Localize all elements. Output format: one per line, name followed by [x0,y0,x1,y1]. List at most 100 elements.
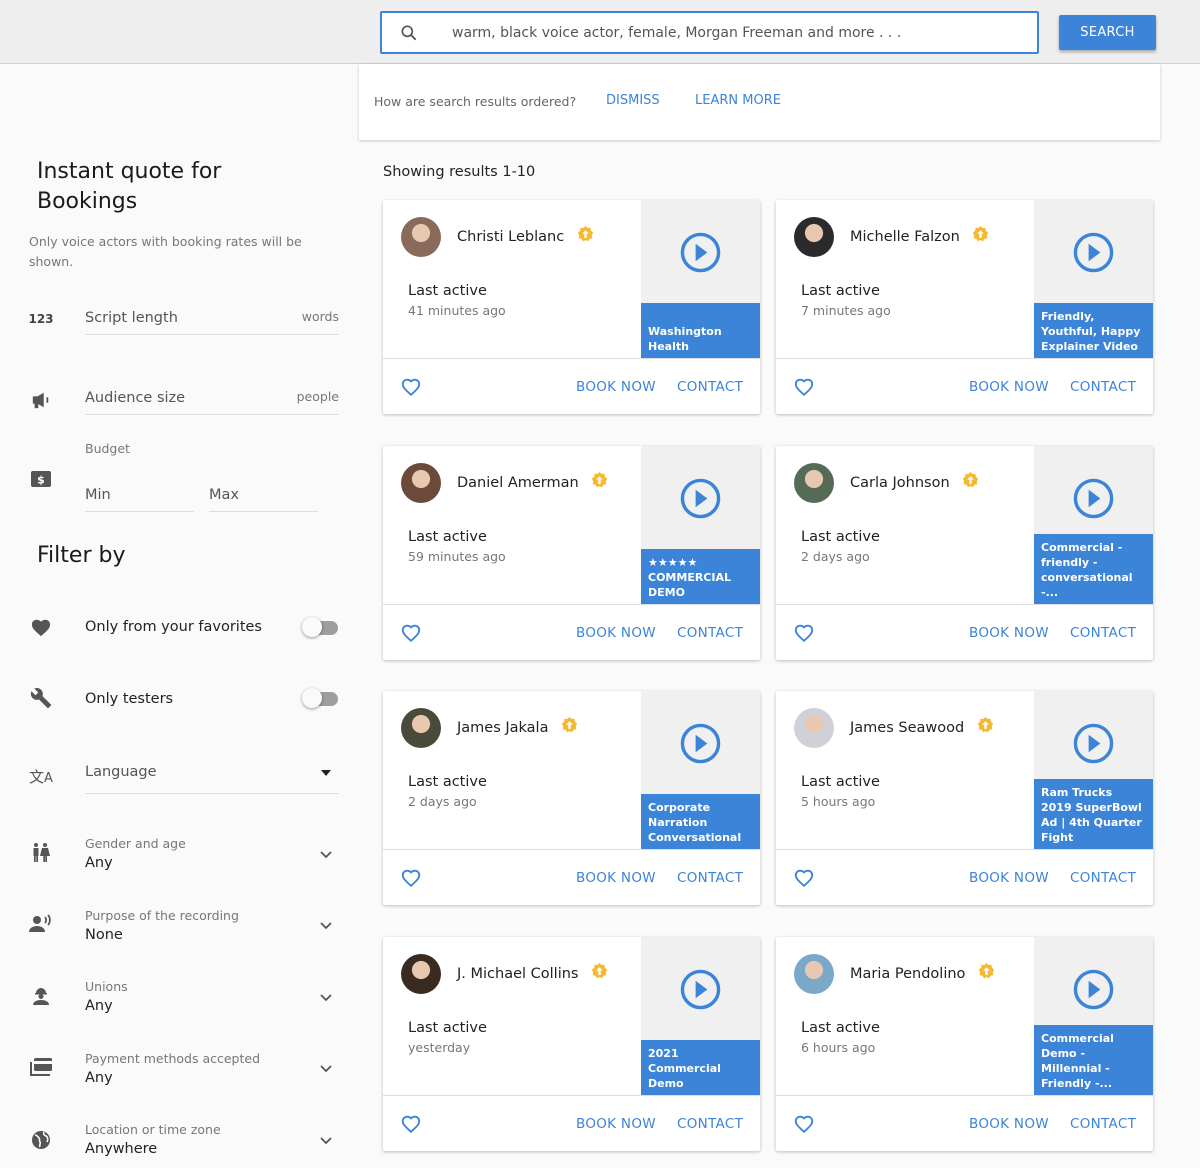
upgrade-badge-icon [591,963,608,979]
play-icon[interactable] [1073,969,1114,1010]
actor-name[interactable]: James Seawood [850,717,994,736]
demo-player: Corporate Narration Conversational [641,691,760,849]
actor-name-text[interactable]: Maria Pendolino [850,966,965,982]
last-active-time: 5 hours ago [801,794,876,809]
last-active-label: Last active [408,1020,487,1036]
search-input[interactable] [452,13,1022,52]
book-now-button[interactable]: BOOK NOW [576,625,656,641]
actor-name-text[interactable]: Christi Leblanc [457,229,564,245]
favorite-heart-icon[interactable] [793,376,815,398]
book-now-button[interactable]: BOOK NOW [969,379,1049,395]
budget-min-field[interactable]: Min [85,480,194,512]
contact-button[interactable]: CONTACT [1070,1116,1136,1132]
book-now-button[interactable]: BOOK NOW [576,1116,656,1132]
play-icon[interactable] [680,478,721,519]
play-icon[interactable] [1073,232,1114,273]
play-icon[interactable] [1073,723,1114,764]
avatar[interactable] [794,217,834,257]
actor-name-text[interactable]: James Jakala [457,720,548,736]
demo-title[interactable]: Friendly, Youthful, Happy Explainer Vide… [1034,303,1153,358]
actor-name-text[interactable]: Daniel Amerman [457,475,579,491]
actor-name[interactable]: Carla Johnson [850,472,979,491]
contact-button[interactable]: CONTACT [677,379,743,395]
avatar[interactable] [401,217,441,257]
actor-name-text[interactable]: James Seawood [850,720,964,736]
actor-name[interactable]: Maria Pendolino [850,963,995,982]
budget-max-field[interactable]: Max [209,480,318,512]
contact-button[interactable]: CONTACT [1070,379,1136,395]
toggle-thumb [302,617,322,637]
book-now-button[interactable]: BOOK NOW [576,379,656,395]
voice-actor-card: Michelle Falzon Last active 7 minutes ag… [776,200,1153,414]
testers-toggle[interactable] [302,688,338,708]
play-icon[interactable] [680,969,721,1010]
demo-title[interactable]: 2021 Commercial Demo [641,1040,760,1095]
contact-button[interactable]: CONTACT [677,870,743,886]
play-icon[interactable] [680,232,721,273]
search-box[interactable] [380,11,1039,54]
last-active-label: Last active [408,529,487,545]
search-button[interactable]: SEARCH [1059,15,1156,50]
contact-button[interactable]: CONTACT [1070,625,1136,641]
demo-title[interactable]: Ram Trucks 2019 SuperBowl Ad | 4th Quart… [1034,779,1153,849]
language-select[interactable]: Language [85,757,339,794]
avatar[interactable] [794,463,834,503]
avatar[interactable] [794,954,834,994]
book-now-button[interactable]: BOOK NOW [969,625,1049,641]
avatar[interactable] [401,708,441,748]
search-icon [401,25,417,41]
play-icon[interactable] [680,723,721,764]
book-now-button[interactable]: BOOK NOW [969,1116,1049,1132]
quote-note: Only voice actors with booking rates wil… [29,234,302,269]
actor-name[interactable]: Christi Leblanc [457,226,594,245]
actor-name[interactable]: James Jakala [457,717,578,736]
payment-methods-value: Any [85,1070,113,1086]
demo-title[interactable]: Corporate Narration Conversational [641,794,760,849]
actor-name-text[interactable]: Carla Johnson [850,475,950,491]
audience-size-field[interactable]: Audience size people [85,383,339,415]
book-now-button[interactable]: BOOK NOW [576,870,656,886]
contact-button[interactable]: CONTACT [677,625,743,641]
contact-button[interactable]: CONTACT [677,1116,743,1132]
avatar[interactable] [794,708,834,748]
avatar[interactable] [401,954,441,994]
location-label: Location or time zone [85,1122,221,1137]
contact-button[interactable]: CONTACT [1070,870,1136,886]
favorite-heart-icon[interactable] [400,376,422,398]
upgrade-badge-icon [973,226,989,242]
actor-name[interactable]: J. Michael Collins [457,963,608,982]
favorite-heart-icon[interactable] [400,1113,422,1135]
demo-title[interactable]: Commercial - friendly - conversational -… [1034,534,1153,604]
favorites-toggle[interactable] [302,617,338,637]
script-length-placeholder: Script length [85,310,178,326]
quote-title: Instant quote for Bookings [37,157,221,217]
record-voice-icon [28,911,54,937]
actor-name[interactable]: Michelle Falzon [850,226,989,245]
demo-title[interactable]: Commercial Demo - Millennial - Friendly … [1034,1025,1153,1095]
demo-title[interactable]: ★★★★★ COMMERCIAL DEMO [641,549,760,604]
demo-player: Commercial Demo - Millennial - Friendly … [1034,937,1153,1095]
actor-name-text[interactable]: Michelle Falzon [850,229,960,245]
dismiss-link[interactable]: DISMISS [606,93,660,108]
voice-actor-card: Carla Johnson Last active 2 days ago Com… [776,446,1153,660]
megaphone-icon [28,387,54,413]
favorite-heart-icon[interactable] [400,867,422,889]
favorite-heart-icon[interactable] [400,622,422,644]
script-length-field[interactable]: Script length words [85,303,339,335]
actor-name-text[interactable]: J. Michael Collins [457,966,578,982]
chevron-down-icon [320,1137,332,1145]
favorite-heart-icon[interactable] [793,1113,815,1135]
upgrade-badge-icon [977,717,993,733]
upgrade-badge-icon [577,226,593,242]
play-icon[interactable] [1073,478,1114,519]
actor-name[interactable]: Daniel Amerman [457,472,608,491]
card-divider [383,604,760,605]
favorite-heart-icon[interactable] [793,622,815,644]
favorite-heart-icon[interactable] [793,867,815,889]
learn-more-link[interactable]: LEARN MORE [695,93,781,108]
demo-title[interactable]: Washington Health [641,303,760,358]
avatar[interactable] [401,463,441,503]
payments-icon [28,1054,54,1080]
dropdown-arrow-icon [321,770,331,776]
book-now-button[interactable]: BOOK NOW [969,870,1049,886]
